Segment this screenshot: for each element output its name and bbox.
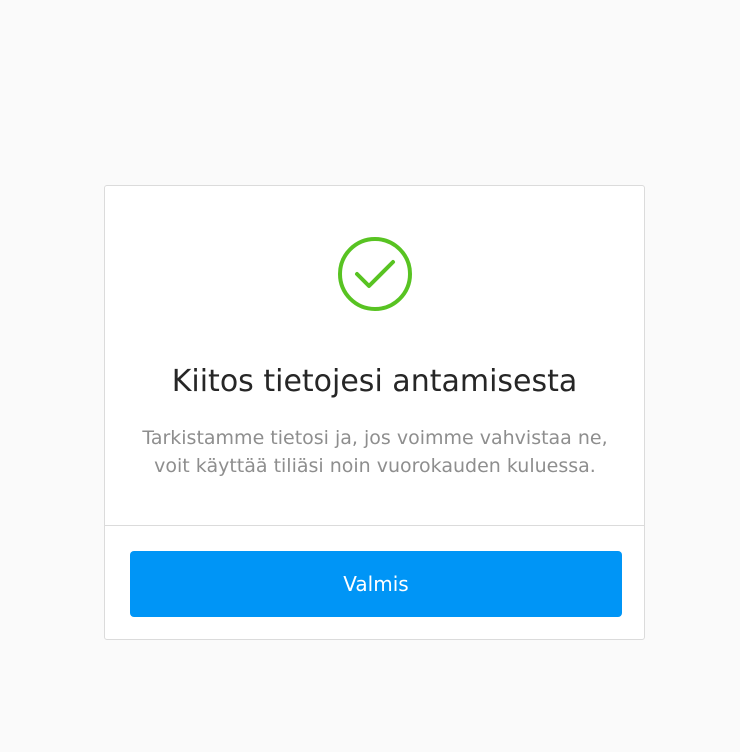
check-circle-icon — [338, 237, 412, 311]
divider — [105, 525, 644, 526]
dialog-message-line-2: voit käyttää tiliäsi noin vuorokauden ku… — [154, 455, 596, 477]
dialog-title: Kiitos tietojesi antamisesta — [171, 364, 578, 399]
dialog-message-line-1: Tarkistamme tietosi ja, jos voimme vahvi… — [142, 427, 608, 449]
page: Kiitos tietojesi antamisesta Tarkistamme… — [0, 0, 740, 752]
dialog-message: Tarkistamme tietosi ja, jos voimme vahvi… — [135, 424, 615, 480]
confirmation-dialog: Kiitos tietojesi antamisesta Tarkistamme… — [104, 185, 645, 640]
done-button[interactable]: Valmis — [130, 551, 622, 617]
dialog-body: Kiitos tietojesi antamisesta Tarkistamme… — [105, 186, 644, 526]
